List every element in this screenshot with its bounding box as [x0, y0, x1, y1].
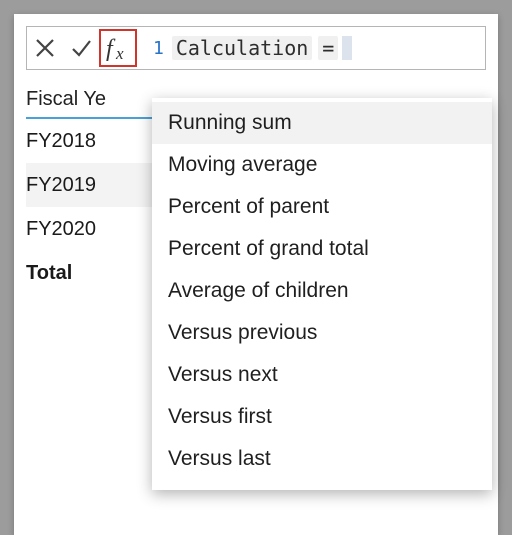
dropdown-item-versus-previous[interactable]: Versus previous — [152, 312, 492, 354]
dropdown-item-versus-next[interactable]: Versus next — [152, 354, 492, 396]
calculation-template-dropdown: Running sum Moving average Percent of pa… — [152, 98, 492, 490]
cell-year: FY2018 — [26, 130, 138, 153]
dropdown-item-percent-of-parent[interactable]: Percent of parent — [152, 186, 492, 228]
cell-year: FY2019 — [26, 174, 138, 197]
dropdown-item-moving-average[interactable]: Moving average — [152, 144, 492, 186]
dropdown-item-running-sum[interactable]: Running sum — [152, 102, 492, 144]
fx-button[interactable]: f x — [99, 29, 137, 67]
cell-year: FY2020 — [26, 218, 138, 241]
dropdown-item-versus-last[interactable]: Versus last — [152, 438, 492, 480]
formula-input[interactable]: Calculation = — [172, 27, 353, 69]
svg-text:x: x — [115, 44, 124, 63]
dropdown-item-versus-first[interactable]: Versus first — [152, 396, 492, 438]
formula-token-name: Calculation — [172, 36, 312, 60]
column-header-fiscal-year[interactable]: Fiscal Ye — [26, 88, 138, 111]
formula-bar: f x 1 Calculation = — [26, 26, 486, 70]
line-number: 1 — [139, 27, 172, 69]
dropdown-item-percent-of-grand-total[interactable]: Percent of grand total — [152, 228, 492, 270]
cancel-button[interactable] — [27, 27, 63, 69]
svg-text:f: f — [106, 36, 116, 62]
cell-year: Total — [26, 262, 138, 285]
dropdown-item-average-of-children[interactable]: Average of children — [152, 270, 492, 312]
commit-button[interactable] — [63, 27, 99, 69]
formula-token-equals: = — [318, 36, 338, 60]
visual-panel: f x 1 Calculation = Fiscal Ye FY2018 8 F… — [14, 14, 498, 535]
fx-icon: f x — [104, 34, 132, 62]
check-icon — [70, 37, 92, 59]
cursor-icon — [342, 36, 352, 60]
close-icon — [35, 38, 55, 58]
